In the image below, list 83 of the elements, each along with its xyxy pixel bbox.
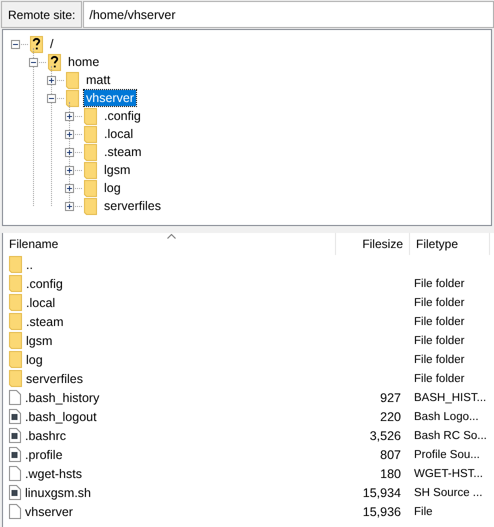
file-name: vhserver (25, 504, 73, 518)
script-file-icon (9, 485, 21, 500)
file-type: File folder (413, 354, 466, 366)
file-type: File folder (413, 334, 466, 346)
file-type: File folder (413, 296, 466, 308)
file-type: Bash Logo... (413, 410, 480, 422)
folder-icon (84, 108, 97, 124)
folder-name[interactable]: matt (84, 72, 112, 88)
folder-name[interactable]: log (102, 180, 123, 196)
file-name: .. (26, 258, 33, 272)
file-size: 220 (379, 410, 402, 424)
file-size: 15,936 (362, 504, 402, 518)
file-size: 15,934 (362, 486, 402, 500)
expand-icon[interactable] (47, 76, 56, 84)
expand-icon[interactable] (65, 148, 74, 156)
file-name: lgsm (26, 334, 52, 348)
script-file-icon (9, 428, 21, 443)
folder-name[interactable]: .config (102, 108, 143, 124)
file-name: .bash_history (25, 390, 100, 404)
file-name: .steam (26, 314, 64, 328)
folder-icon (9, 313, 22, 330)
folder-icon (9, 256, 22, 273)
file-name: .local (26, 296, 56, 310)
folder-icon (66, 90, 79, 106)
file-type: Profile Sou... (413, 448, 481, 460)
expand-icon[interactable] (65, 166, 74, 174)
file-icon (9, 390, 21, 405)
expand-icon[interactable] (65, 202, 74, 210)
folder-icon (9, 332, 22, 349)
file-name: .config (26, 276, 63, 290)
remote-path-field[interactable]: /home/vhserver (83, 1, 494, 28)
folder-icon (84, 144, 97, 160)
folder-name[interactable]: vhserver (84, 90, 136, 106)
column-header[interactable]: Filesize (336, 233, 410, 255)
remote-site-label: Remote site: (1, 1, 82, 28)
folder-icon (9, 370, 22, 387)
file-size: 927 (379, 390, 402, 404)
folder-name[interactable]: lgsm (102, 162, 132, 178)
file-name: .bash_logout (25, 410, 97, 424)
collapse-icon[interactable] (29, 58, 38, 66)
file-type: File (413, 506, 434, 518)
folder-icon (9, 294, 22, 311)
unknown-folder-icon (30, 36, 43, 52)
folder-icon (9, 351, 22, 368)
file-size: 3,526 (368, 428, 402, 442)
file-name: .bashrc (25, 428, 66, 442)
collapse-icon[interactable] (11, 40, 20, 48)
file-type: Bash RC So... (413, 430, 488, 442)
file-name: .wget-hsts (25, 466, 82, 480)
script-file-icon (9, 409, 21, 424)
folder-icon (66, 72, 79, 88)
file-name: .profile (25, 448, 63, 462)
folder-icon (84, 180, 97, 196)
column-header[interactable]: Filename (3, 233, 336, 255)
expand-icon[interactable] (65, 130, 74, 138)
folder-icon (84, 198, 97, 214)
file-icon (9, 466, 21, 481)
folder-icon (84, 126, 97, 142)
file-name: log (26, 352, 43, 366)
folder-name[interactable]: .local (102, 126, 136, 142)
file-name: serverfiles (26, 372, 83, 386)
collapse-icon[interactable] (47, 94, 56, 102)
file-type: File folder (413, 372, 466, 384)
column-header[interactable]: Filetype (410, 233, 490, 255)
file-type: BASH_HIST... (413, 392, 488, 404)
unknown-folder-icon (48, 54, 61, 70)
folder-name[interactable]: serverfiles (102, 198, 163, 214)
folder-name[interactable]: home (66, 54, 102, 70)
file-type: WGET-HST... (413, 468, 484, 480)
folder-name[interactable]: .steam (102, 144, 144, 160)
file-icon (9, 504, 21, 519)
expand-icon[interactable] (65, 112, 74, 120)
folder-icon (9, 275, 22, 292)
file-size: 180 (379, 466, 402, 480)
file-type: File folder (413, 278, 466, 290)
script-file-icon (9, 447, 21, 462)
file-type: SH Source ... (413, 486, 484, 498)
file-size: 807 (379, 448, 402, 462)
folder-name[interactable]: / (48, 36, 56, 52)
file-type: File folder (413, 316, 466, 328)
folder-icon (84, 162, 97, 178)
file-name: linuxgsm.sh (25, 486, 91, 500)
expand-icon[interactable] (65, 184, 74, 192)
